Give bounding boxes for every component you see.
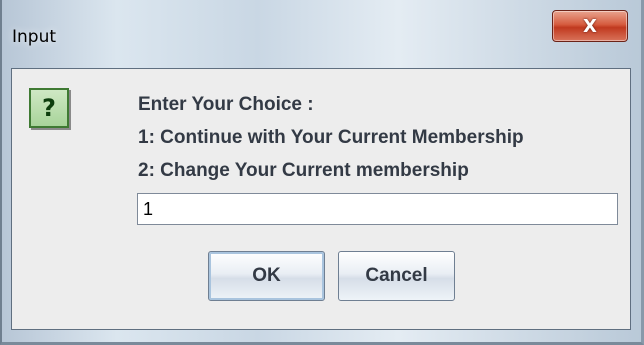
message-option-2: 2: Change Your Current membership bbox=[138, 160, 469, 181]
title-bar[interactable]: Input X bbox=[2, 0, 641, 68]
message-option-1: 1: Continue with Your Current Membership bbox=[138, 127, 524, 148]
window-title: Input bbox=[12, 27, 57, 47]
message-prompt: Enter Your Choice : bbox=[138, 94, 314, 115]
ok-button[interactable]: OK bbox=[208, 251, 325, 301]
question-icon: ? bbox=[29, 88, 69, 128]
close-icon: X bbox=[583, 15, 597, 37]
input-dialog-window: Input X ? Enter Your Choice : 1: Continu… bbox=[0, 0, 644, 345]
choice-input[interactable] bbox=[137, 193, 618, 225]
cancel-button[interactable]: Cancel bbox=[338, 251, 455, 301]
question-mark-glyph: ? bbox=[42, 94, 56, 122]
dialog-content: ? Enter Your Choice : 1: Continue with Y… bbox=[11, 68, 631, 330]
close-button[interactable]: X bbox=[552, 10, 628, 42]
